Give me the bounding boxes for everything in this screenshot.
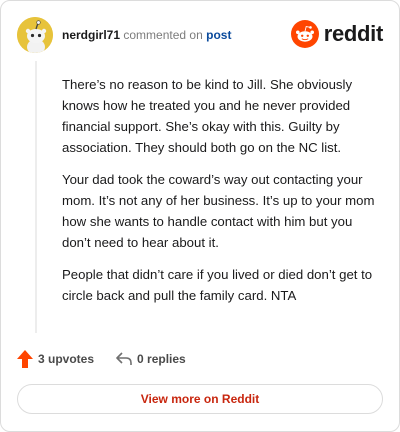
comment-body: There’s no reason to be kind to Jill. Sh…	[62, 74, 382, 317]
snoo-avatar-icon	[17, 17, 53, 53]
post-link[interactable]: post	[206, 28, 231, 42]
thread-line	[35, 61, 37, 333]
reddit-alien-icon	[290, 20, 319, 48]
reddit-brand-link[interactable]: reddit	[290, 19, 384, 49]
view-more-label: View more on Reddit	[140, 392, 260, 406]
view-more-on-reddit-button[interactable]: View more on Reddit	[17, 384, 383, 414]
reply-arrow-icon	[116, 352, 132, 365]
reddit-comment-card: nerdgirl71 commented on post reddit Ther…	[0, 0, 400, 432]
reply-button[interactable]: 0 replies	[116, 352, 186, 366]
comment-paragraph: People that didn’t care if you lived or …	[62, 267, 373, 303]
reply-count: 0 replies	[137, 352, 186, 366]
commented-on-text: commented on	[123, 28, 203, 42]
comment-actions: 3 upvotes 0 replies	[17, 349, 208, 369]
reddit-wordmark: reddit	[323, 21, 384, 46]
username-link[interactable]: nerdgirl71	[62, 28, 120, 42]
upvote-button[interactable]: 3 upvotes	[17, 350, 94, 368]
comment-paragraph: There’s no reason to be kind to Jill. Sh…	[62, 77, 353, 155]
user-avatar[interactable]	[17, 17, 53, 53]
comment-meta: nerdgirl71 commented on post	[62, 27, 231, 43]
comment-header: nerdgirl71 commented on post reddit	[17, 17, 383, 53]
comment-paragraph: Your dad took the coward’s way out conta…	[62, 172, 375, 250]
upvote-arrow-icon	[17, 350, 33, 368]
upvote-count: 3 upvotes	[38, 352, 95, 366]
